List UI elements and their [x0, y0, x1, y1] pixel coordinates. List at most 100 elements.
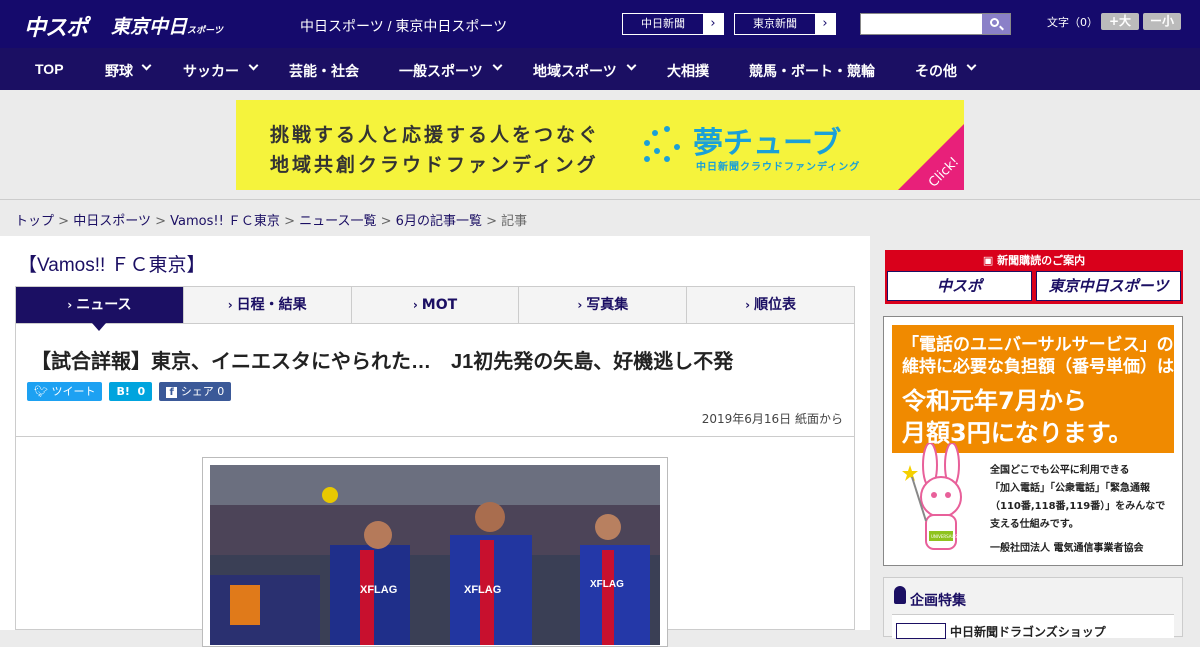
- tokyo-chunichi-logo-small: スポーツ: [187, 25, 223, 35]
- chevron-down-icon[interactable]: [248, 60, 259, 71]
- nav-item-sumo[interactable]: 大相撲: [667, 61, 709, 81]
- chunichi-shimbun-link[interactable]: 中日新聞 ›: [622, 13, 724, 35]
- nav-item-soccer[interactable]: サッカー: [183, 61, 239, 81]
- players-photo-image: XFLAG XFLAG XFLAG: [210, 465, 660, 645]
- breadcrumb: トップ > 中日スポーツ > Vamos!! ＦＣ東京 > ニュース一覧 > 6…: [15, 210, 527, 229]
- notice-text-3: （110番,118番,119番）」をみんなで: [990, 501, 1166, 512]
- tab-mot[interactable]: › MOT: [350, 287, 519, 323]
- search-icon: [990, 18, 999, 27]
- article-headline: 【試合詳報】東京、イニエスタにやられた… J1初先発の矢島、好機逃し不発: [31, 351, 734, 373]
- breadcrumb-june-list[interactable]: 6月の記事一覧: [396, 214, 482, 229]
- bunny-mascot-icon: UNIVERSAL SERVICE: [902, 443, 972, 550]
- breadcrumb-separator: >: [380, 214, 392, 229]
- ad-line-1: 挑戦する人と応援する人をつなぐ: [270, 124, 601, 146]
- notice-text-4: 支える仕組みです。: [990, 519, 1079, 530]
- subscribe-box: ▣ 新聞購読のご案内 中スポ 東京中日スポーツ: [885, 250, 1183, 304]
- tab-schedule[interactable]: › 日程・結果: [182, 287, 351, 323]
- feature-title: 企画特集: [910, 593, 966, 609]
- svg-text:XFLAG: XFLAG: [464, 584, 501, 596]
- nav-item-entertainment[interactable]: 芸能・社会: [289, 61, 359, 81]
- notice-text-1: 全国どこでも公平に利用できる: [990, 465, 1130, 476]
- breadcrumb-current: 記事: [501, 214, 528, 229]
- ad-line-2: 地域共創クラウドファンディング: [270, 154, 599, 176]
- feature-item[interactable]: 中日新聞ドラゴンズショップ: [892, 614, 1174, 639]
- breadcrumb-news-list[interactable]: ニュース一覧: [299, 214, 376, 229]
- subscribe-chuspo-button[interactable]: 中スポ: [887, 271, 1032, 301]
- chevron-right-icon: ›: [815, 14, 835, 34]
- hatena-button[interactable]: B! 0: [109, 382, 153, 401]
- main-nav: TOP 野球 サッカー 芸能・社会 一般スポーツ 地域スポーツ 大相撲 競馬・ボ…: [0, 48, 1200, 90]
- article-date: 2019年6月16日 紙面から: [701, 412, 843, 426]
- notice-org: 一般社団法人 電気通信事業者協会: [990, 543, 1144, 554]
- chevron-right-icon: ›: [745, 298, 751, 312]
- facebook-share-label: シェア: [180, 385, 214, 398]
- nav-item-racing[interactable]: 競馬・ボート・競輪: [749, 61, 875, 81]
- tab-news[interactable]: › ニュース: [16, 287, 183, 331]
- newspaper-icon: ▣: [982, 254, 994, 267]
- tab-news-label: ニュース: [76, 297, 132, 313]
- article: 【試合詳報】東京、イニエスタにやられた… J1初先発の矢島、好機逃し不発 🐦︎ …: [15, 324, 855, 647]
- breadcrumb-fc-tokyo[interactable]: Vamos!! ＦＣ東京: [170, 214, 280, 229]
- ad-brand: 夢チューブ: [693, 126, 842, 161]
- tokyo-chunichi-logo-text: 東京中日: [111, 17, 188, 38]
- svg-text:XFLAG: XFLAG: [590, 579, 624, 590]
- hatena-icon: B!: [116, 385, 130, 398]
- universal-service-badge: UNIVERSAL SERVICE: [931, 534, 972, 539]
- article-photo[interactable]: XFLAG XFLAG XFLAG: [202, 457, 668, 647]
- tab-schedule-label: 日程・結果: [236, 297, 307, 313]
- tokyo-chunichi-logo[interactable]: 東京中日スポーツ: [111, 12, 223, 39]
- tab-photos[interactable]: › 写真集: [518, 287, 686, 323]
- notice-big-1: 令和元年7月から: [902, 387, 1087, 415]
- tab-mot-label: MOT: [421, 297, 458, 313]
- subscribe-tokyo-chunichi-button[interactable]: 東京中日スポーツ: [1036, 271, 1181, 301]
- facebook-share-button[interactable]: f シェア 0: [159, 382, 232, 401]
- dots-logo-icon: [642, 126, 682, 166]
- hatena-count: 0: [137, 385, 146, 398]
- tab-standings[interactable]: › 順位表: [686, 287, 854, 323]
- search-input[interactable]: [860, 13, 1011, 35]
- tokyo-shimbun-link[interactable]: 東京新聞 ›: [734, 13, 836, 35]
- nav-item-top[interactable]: TOP: [35, 61, 64, 77]
- medal-icon: [894, 586, 906, 604]
- feature-item-label: 中日新聞ドラゴンズショップ: [950, 625, 1106, 639]
- shop-logo-icon: [896, 623, 946, 639]
- nav-item-baseball[interactable]: 野球: [105, 61, 133, 81]
- chuspo-logo[interactable]: 中スポ: [24, 10, 88, 42]
- universal-service-ad[interactable]: 「電話のユニバーサルサービス」の 維持に必要な負担額（番号単価）は 令和元年7月…: [883, 316, 1183, 566]
- chevron-right-icon: ›: [577, 298, 583, 312]
- breadcrumb-separator: >: [58, 214, 70, 229]
- ad-subtitle: 中日新聞クラウドファンディング: [696, 162, 861, 173]
- facebook-icon: f: [166, 387, 178, 398]
- chevron-right-icon: ›: [67, 298, 73, 312]
- tab-photos-label: 写真集: [586, 297, 629, 313]
- top-header: 中スポ 東京中日スポーツ 中日スポーツ / 東京中日スポーツ 中日新聞 › 東京…: [0, 0, 1200, 48]
- notice-text-2: 「加入電話」「公衆電話」「緊急通報: [990, 483, 1150, 494]
- nav-item-general-sports[interactable]: 一般スポーツ: [399, 61, 483, 81]
- font-smaller-button[interactable]: ー小: [1143, 13, 1181, 30]
- breadcrumb-separator: >: [155, 214, 166, 229]
- facebook-share-count: 0: [217, 385, 225, 398]
- chevron-down-icon[interactable]: [966, 60, 977, 71]
- chevron-right-icon: ›: [703, 14, 723, 34]
- search-button[interactable]: [982, 14, 1010, 34]
- breadcrumb-chunichi-sports[interactable]: 中日スポーツ: [73, 214, 151, 229]
- nav-item-local-sports[interactable]: 地域スポーツ: [533, 61, 617, 81]
- chevron-right-icon: ›: [412, 298, 418, 312]
- tweet-label: ツイート: [51, 385, 96, 398]
- nav-item-other[interactable]: その他: [915, 61, 957, 81]
- chevron-down-icon[interactable]: [141, 60, 152, 71]
- divider: [16, 436, 854, 437]
- tweet-button[interactable]: 🐦︎ ツイート: [27, 382, 103, 401]
- breadcrumb-separator: >: [284, 214, 295, 229]
- svg-text:XFLAG: XFLAG: [360, 584, 397, 596]
- notice-lower: UNIVERSAL SERVICE 全国どこでも公平に利用できる 「加入電話」「…: [892, 443, 1174, 557]
- ad-area: 挑戦する人と応援する人をつなぐ 地域共創クラウドファンディング 夢チューブ 中日…: [0, 90, 1200, 200]
- tab-standings-label: 順位表: [754, 297, 797, 313]
- chevron-down-icon[interactable]: [626, 60, 637, 71]
- font-larger-button[interactable]: +大: [1101, 13, 1139, 30]
- yume-tube-banner[interactable]: 挑戦する人と応援する人をつなぐ 地域共創クラウドファンディング 夢チューブ 中日…: [236, 100, 964, 190]
- universal-service-panel: 「電話のユニバーサルサービス」の 維持に必要な負担額（番号単価）は 令和元年7月…: [892, 325, 1174, 557]
- chevron-down-icon[interactable]: [492, 60, 503, 71]
- breadcrumb-top[interactable]: トップ: [15, 214, 54, 229]
- breadcrumb-separator: >: [486, 214, 497, 229]
